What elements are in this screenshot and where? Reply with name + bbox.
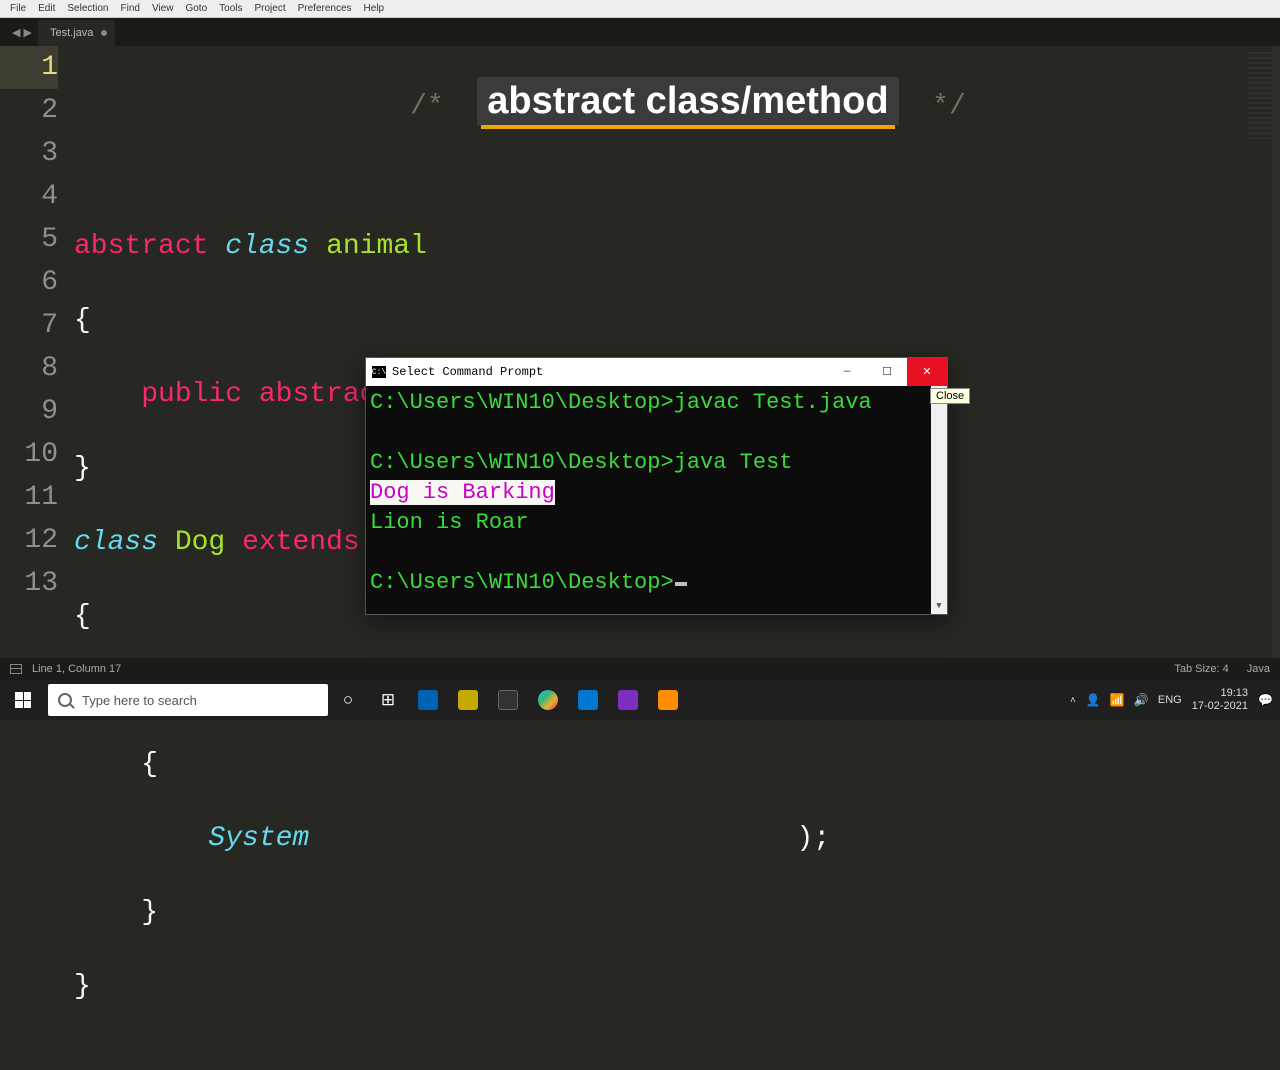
menu-edit[interactable]: Edit bbox=[32, 3, 61, 14]
line-number: 13 bbox=[0, 562, 58, 605]
tray-lang[interactable]: ENG bbox=[1158, 694, 1182, 706]
taskbar-app[interactable] bbox=[448, 680, 488, 720]
cmd-title-text: Select Command Prompt bbox=[392, 365, 543, 379]
menu-find[interactable]: Find bbox=[115, 3, 146, 14]
scroll-down-icon[interactable]: ▼ bbox=[931, 598, 947, 614]
system-ref: System bbox=[208, 823, 309, 854]
windows-taskbar: Type here to search ○ ⊞ ˄ 👤 📶 🔊 ENG 19:1… bbox=[0, 680, 1280, 720]
maximize-button[interactable]: ☐ bbox=[867, 358, 907, 386]
brace: { bbox=[74, 601, 91, 632]
tab-row: ◀ ▶ Test.java bbox=[0, 18, 1280, 46]
nav-arrows[interactable]: ◀ ▶ bbox=[6, 18, 38, 46]
task-view-icon[interactable]: ⊞ bbox=[368, 680, 408, 720]
taskbar-app[interactable] bbox=[408, 680, 448, 720]
tab-size[interactable]: Tab Size: 4 bbox=[1174, 663, 1228, 675]
menu-view[interactable]: View bbox=[146, 3, 180, 14]
close-button[interactable]: ✕ bbox=[907, 358, 947, 386]
cmd-output-highlight: Dog is Barking bbox=[370, 480, 555, 505]
class-name: Dog bbox=[175, 527, 225, 558]
network-icon[interactable]: 📶 bbox=[1110, 693, 1124, 707]
taskbar-app[interactable] bbox=[608, 680, 648, 720]
cmd-titlebar[interactable]: C:\ Select Command Prompt ― ☐ ✕ bbox=[366, 358, 947, 386]
menu-preferences[interactable]: Preferences bbox=[292, 3, 358, 14]
menu-help[interactable]: Help bbox=[358, 3, 391, 14]
people-icon[interactable]: 👤 bbox=[1086, 693, 1100, 707]
taskbar-app[interactable] bbox=[648, 680, 688, 720]
cmd-icon: C:\ bbox=[372, 366, 386, 378]
menu-bar: File Edit Selection Find View Goto Tools… bbox=[0, 0, 1280, 18]
taskbar-app[interactable] bbox=[568, 680, 608, 720]
punct: ); bbox=[797, 823, 831, 854]
cmd-line: Lion is Roar bbox=[370, 510, 528, 535]
system-tray: ˄ 👤 📶 🔊 ENG 19:13 17-02-2021 💬 bbox=[1070, 687, 1280, 713]
minimize-button[interactable]: ― bbox=[827, 358, 867, 386]
menu-selection[interactable]: Selection bbox=[61, 3, 114, 14]
panel-icon[interactable] bbox=[10, 664, 22, 674]
gutter: 1 2 3 4 5 6 7 8 9 10 11 12 13 bbox=[0, 46, 74, 680]
cursor-position: Line 1, Column 17 bbox=[32, 663, 121, 675]
cmd-output[interactable]: C:\Users\WIN10\Desktop>javac Test.java C… bbox=[366, 386, 947, 614]
windows-logo-icon bbox=[15, 692, 31, 708]
cmd-scrollbar[interactable]: ▲ ▼ bbox=[931, 386, 947, 614]
tab-label: Test.java bbox=[50, 27, 93, 39]
line-number: 4 bbox=[0, 175, 58, 218]
title-overlay: abstract class/method bbox=[477, 77, 898, 125]
cmd-cursor-icon bbox=[675, 582, 687, 586]
kw-class: class bbox=[225, 231, 309, 262]
menu-goto[interactable]: Goto bbox=[179, 3, 213, 14]
menu-file[interactable]: File bbox=[4, 3, 32, 14]
kw-abstract: abstract bbox=[74, 231, 208, 262]
brace: } bbox=[74, 453, 91, 484]
tray-overflow-icon[interactable]: ˄ bbox=[1070, 695, 1076, 706]
line-number: 10 bbox=[0, 433, 58, 476]
cmd-line bbox=[370, 540, 383, 565]
line-number: 1 bbox=[0, 46, 58, 89]
editor-scrollbar[interactable] bbox=[1272, 46, 1280, 658]
notifications-icon[interactable]: 💬 bbox=[1258, 693, 1272, 707]
command-prompt-window[interactable]: C:\ Select Command Prompt ― ☐ ✕ C:\Users… bbox=[365, 357, 948, 615]
kw-extends: extends bbox=[242, 527, 360, 558]
line-number: 6 bbox=[0, 261, 58, 304]
volume-icon[interactable]: 🔊 bbox=[1134, 693, 1148, 707]
search-icon bbox=[58, 693, 72, 707]
menu-project[interactable]: Project bbox=[249, 3, 292, 14]
brace: { bbox=[74, 305, 91, 336]
line-number: 11 bbox=[0, 476, 58, 519]
syntax-lang[interactable]: Java bbox=[1247, 663, 1270, 675]
start-button[interactable] bbox=[0, 680, 46, 720]
taskbar-search[interactable]: Type here to search bbox=[48, 684, 328, 716]
brace: } bbox=[141, 897, 158, 928]
cmd-prompt: C:\Users\WIN10\Desktop> bbox=[370, 570, 674, 595]
line-number: 7 bbox=[0, 304, 58, 347]
dirty-indicator-icon bbox=[101, 30, 107, 36]
comment-open: /* bbox=[410, 91, 444, 122]
kw-class: class bbox=[74, 527, 158, 558]
cortana-icon[interactable]: ○ bbox=[328, 680, 368, 720]
kw-public: public bbox=[141, 379, 242, 410]
cmd-line: C:\Users\WIN10\Desktop>java Test bbox=[370, 450, 792, 475]
tray-time: 19:13 bbox=[1192, 687, 1248, 700]
line-number: 12 bbox=[0, 519, 58, 562]
taskbar-app[interactable] bbox=[488, 680, 528, 720]
menu-tools[interactable]: Tools bbox=[213, 3, 248, 14]
brace: { bbox=[141, 749, 158, 780]
comment-close: */ bbox=[932, 91, 966, 122]
brace: } bbox=[74, 971, 91, 1002]
tray-clock[interactable]: 19:13 17-02-2021 bbox=[1192, 687, 1248, 713]
tray-date: 17-02-2021 bbox=[1192, 700, 1248, 713]
editor-status-bar: Line 1, Column 17 Tab Size: 4 Java bbox=[0, 658, 1280, 680]
cmd-line bbox=[370, 420, 383, 445]
line-number: 5 bbox=[0, 218, 58, 261]
tab-testjava[interactable]: Test.java bbox=[38, 20, 115, 46]
line-number: 8 bbox=[0, 347, 58, 390]
class-name: animal bbox=[326, 231, 427, 262]
cmd-line: C:\Users\WIN10\Desktop>javac Test.java bbox=[370, 390, 872, 415]
line-number: 9 bbox=[0, 390, 58, 433]
line-number: 2 bbox=[0, 89, 58, 132]
search-placeholder: Type here to search bbox=[82, 693, 197, 708]
taskbar-app[interactable] bbox=[528, 680, 568, 720]
line-number: 3 bbox=[0, 132, 58, 175]
close-tooltip: Close bbox=[930, 388, 970, 404]
